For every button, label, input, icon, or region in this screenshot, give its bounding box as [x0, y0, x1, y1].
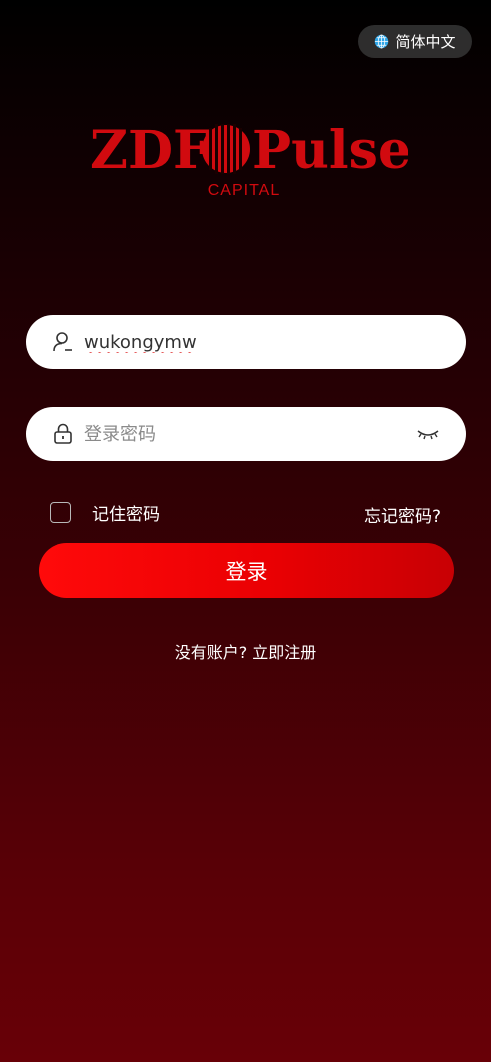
lock-icon	[54, 423, 72, 444]
register-prompt: 没有账户? 立即注册	[0, 639, 491, 663]
logo-text-left: ZDF	[90, 120, 210, 181]
globe-icon	[375, 34, 389, 49]
language-label: 简体中文	[395, 33, 456, 51]
remember-password[interactable]: 记住密码	[50, 500, 160, 525]
logo-subtext: CAPITAL	[208, 182, 281, 199]
password-input[interactable]	[82, 413, 416, 455]
forgot-password-link[interactable]: 忘记密码?	[364, 502, 441, 527]
language-selector[interactable]: 简体中文	[358, 25, 472, 58]
remember-checkbox[interactable]	[50, 502, 71, 523]
brand-logo: ZDF Pulse CAPITAL	[90, 120, 408, 199]
logo-emblem-icon	[202, 124, 250, 174]
user-icon	[53, 332, 72, 352]
register-link[interactable]: 立即注册	[252, 643, 316, 662]
password-field[interactable]	[26, 407, 466, 461]
remember-label: 记住密码	[92, 505, 160, 525]
username-input[interactable]	[82, 321, 440, 363]
login-button[interactable]: 登录	[39, 543, 454, 598]
logo-text-right: Pulse	[252, 120, 408, 181]
username-field[interactable]	[26, 315, 466, 369]
no-account-text: 没有账户?	[174, 643, 248, 662]
eye-closed-icon[interactable]	[416, 426, 440, 442]
